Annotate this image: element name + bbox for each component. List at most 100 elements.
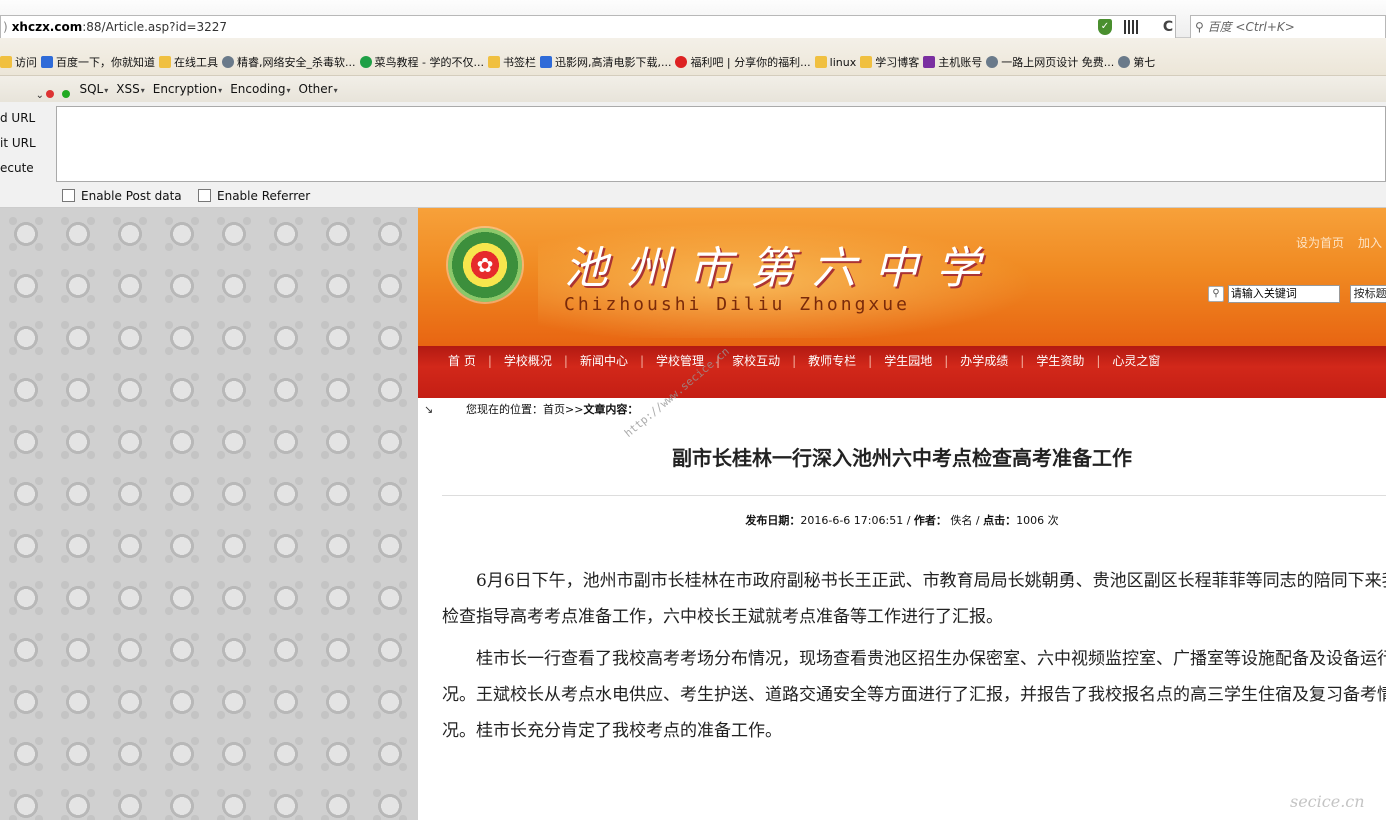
- add-favorite-link[interactable]: 加入: [1358, 236, 1382, 250]
- breadcrumb-arrow-icon: ↘: [424, 403, 434, 416]
- nav-separator: |: [944, 354, 949, 368]
- bookmark-item[interactable]: 书签栏: [487, 56, 540, 70]
- bookmark-item[interactable]: 第七: [1118, 56, 1159, 70]
- folder-icon: [0, 56, 12, 68]
- title-divider: [442, 495, 1386, 496]
- nav-item[interactable]: 学生园地: [884, 346, 932, 376]
- bookmark-item[interactable]: 学习博客: [860, 56, 923, 70]
- globe-icon: [1118, 56, 1131, 68]
- bookmark-label: 福利吧 | 分享你的福利...: [690, 56, 811, 69]
- school-logo-icon[interactable]: ✿: [448, 228, 522, 302]
- nav-item[interactable]: 学生资助: [1036, 346, 1084, 376]
- hackbar-menu-encryption[interactable]: Encryption▾: [153, 76, 222, 102]
- hackbar-menu-xss[interactable]: XSS▾: [116, 76, 144, 102]
- nav-separator: |: [868, 354, 873, 368]
- checkbox-box[interactable]: [62, 189, 75, 202]
- nav-item[interactable]: 学校管理: [656, 346, 704, 376]
- folder-icon: [814, 56, 827, 68]
- page-viewport: ✿ 池州市第六中学 Chizhoushi Diliu Zhongxue 设为首页…: [0, 208, 1386, 820]
- hackbar-menu-other[interactable]: Other▾: [299, 76, 338, 102]
- watermark-corner: secice.cn: [1290, 792, 1365, 811]
- nav-item[interactable]: 学校概况: [504, 346, 552, 376]
- nav-item[interactable]: 办学成绩: [960, 346, 1008, 376]
- nav-item[interactable]: 首 页: [448, 346, 476, 376]
- nav-separator: |: [639, 354, 644, 368]
- hackbar-actions: d URL it URL ecute: [0, 106, 56, 181]
- meta-author: 佚名: [950, 514, 973, 527]
- url-host: xhczx.com: [11, 20, 83, 34]
- breadcrumb: ↘ 您现在的位置：首页>>文章内容：: [418, 398, 1386, 422]
- bookmark-item[interactable]: 迅影网,高清电影下载,...: [539, 56, 675, 70]
- search-icon[interactable]: ⚲: [1208, 286, 1224, 302]
- bookmark-label: 精睿,网络安全_杀毒软...: [237, 56, 356, 69]
- hackbar-menu-label: Other: [298, 82, 333, 96]
- hackbar-menu-sql[interactable]: SQL▾: [79, 76, 108, 102]
- hackbar-menu-label: XSS: [116, 82, 140, 96]
- top-links: 设为首页 加入: [1296, 234, 1386, 251]
- load-url-button[interactable]: d URL: [0, 106, 56, 130]
- enable-referrer-checkbox[interactable]: Enable Referrer: [198, 188, 310, 204]
- folder-icon: [860, 56, 873, 68]
- shield-icon[interactable]: ✓: [1098, 19, 1112, 35]
- article-paragraph: 6月6日下午，池州市副市长桂林在市政府副秘书长王正武、市教育局局长姚朝勇、贵池区…: [442, 571, 1386, 627]
- blue-icon: [41, 56, 53, 68]
- reload-icon[interactable]: C: [1158, 17, 1178, 37]
- background-pattern: [0, 208, 418, 820]
- search-type-select[interactable]: 按标题: [1349, 285, 1386, 303]
- nav-separator: |: [1020, 354, 1025, 368]
- hackbar-menu-label: SQL: [79, 82, 104, 96]
- bookmark-item[interactable]: 主机账号: [923, 56, 986, 70]
- set-homepage-link[interactable]: 设为首页: [1296, 236, 1344, 250]
- folder-icon: [159, 56, 171, 68]
- browser-address-bar: ) xhczx.com:88/Article.asp?id=3227 ✓ C ⚲ …: [0, 0, 1386, 39]
- nav-item[interactable]: 教师专栏: [808, 346, 856, 376]
- nav-item[interactable]: 家校互动: [732, 346, 780, 376]
- globe-icon: [986, 56, 999, 68]
- bookmark-item[interactable]: 福利吧 | 分享你的福利...: [675, 56, 814, 70]
- meta-author-label: 作者：: [913, 514, 947, 527]
- decrease-icon[interactable]: [45, 89, 54, 98]
- bookmark-item[interactable]: linux: [814, 56, 861, 70]
- site-search-input[interactable]: 请输入关键词: [1227, 285, 1340, 303]
- hackbar-url-textarea[interactable]: [56, 106, 1386, 182]
- qr-code-icon[interactable]: [1121, 17, 1141, 37]
- bookmark-item[interactable]: 百度一下，你就知道: [41, 56, 159, 70]
- execute-button[interactable]: ecute: [0, 156, 56, 180]
- breadcrumb-current: 文章内容：: [583, 403, 639, 416]
- hackbar-menu-label: Encryption: [152, 82, 218, 96]
- meta-hits-label: 点击：: [983, 514, 1017, 527]
- url-prefix: ): [3, 20, 8, 34]
- meta-date-label: 发布日期：: [745, 514, 801, 527]
- school-name-english: Chizhoushi Diliu Zhongxue: [564, 294, 910, 315]
- school-name-chinese: 池州市第六中学: [564, 243, 998, 294]
- bookmark-item[interactable]: 访问: [0, 56, 41, 70]
- bookmark-item[interactable]: 菜鸟教程 - 学的不仅...: [359, 56, 488, 70]
- hackbar-menu-label: Encoding: [230, 82, 286, 96]
- globe-icon: [222, 56, 234, 68]
- bookmark-item[interactable]: 一路上网页设计 免费...: [986, 56, 1118, 70]
- browser-search-input[interactable]: ⚲ 百度 <Ctrl+K>: [1190, 15, 1386, 39]
- hackbar-menu-encoding[interactable]: Encoding▾: [230, 76, 290, 102]
- article-paragraph: 桂市长一行查看了我校高考考场分布情况，现场查看贵池区招生办保密室、六中视频监控室…: [442, 649, 1386, 741]
- checkbox-box[interactable]: [198, 189, 211, 202]
- hackbar-dropdown[interactable]: ⌄: [4, 90, 44, 102]
- article-body: 6月6日下午，池州市副市长桂林在市政府副秘书长王正武、市教育局局长姚朝勇、贵池区…: [442, 563, 1386, 755]
- nav-item[interactable]: 心灵之窗: [1112, 346, 1160, 376]
- article-meta: 发布日期：2016-6-6 17:06:51 / 作者： 佚名 / 点击：100…: [745, 514, 1059, 527]
- caret-down-icon: ▾: [286, 86, 291, 95]
- enable-post-checkbox[interactable]: Enable Post data: [62, 188, 182, 204]
- nav-item[interactable]: 新闻中心: [580, 346, 628, 376]
- url-input[interactable]: ) xhczx.com:88/Article.asp?id=3227: [0, 15, 1176, 39]
- enable-post-label: Enable Post data: [81, 189, 182, 203]
- url-path: :88/Article.asp?id=3227: [82, 20, 228, 34]
- purple-icon: [923, 56, 936, 68]
- bookmark-label: 访问: [15, 56, 37, 69]
- bookmark-label: 书签栏: [502, 56, 536, 69]
- enable-referrer-label: Enable Referrer: [217, 189, 311, 203]
- bookmark-item[interactable]: 在线工具: [159, 56, 222, 70]
- site-search: ⚲ 请输入关键词 按标题: [1208, 285, 1386, 303]
- bookmark-item[interactable]: 精睿,网络安全_杀毒软...: [222, 56, 360, 70]
- increase-icon[interactable]: [61, 89, 70, 98]
- caret-down-icon: ▾: [218, 86, 223, 95]
- split-url-button[interactable]: it URL: [0, 131, 56, 155]
